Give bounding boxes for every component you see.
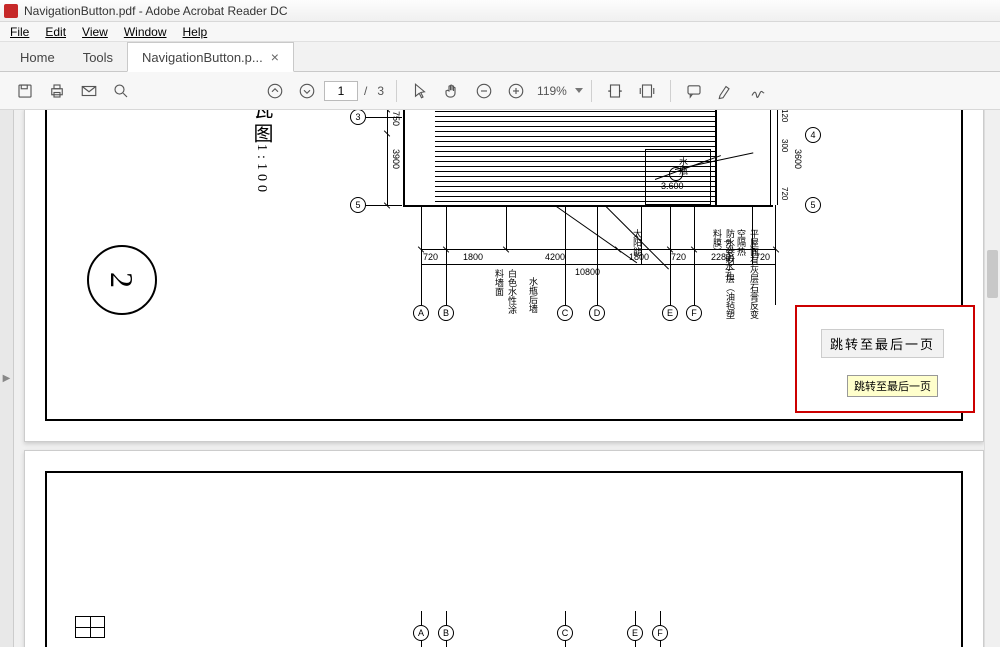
scrollbar-thumb[interactable]	[987, 250, 998, 298]
save-icon[interactable]	[10, 76, 40, 106]
highlight-icon[interactable]	[711, 76, 741, 106]
grid-bubble: F	[686, 305, 702, 321]
grid-bubble: 5	[805, 197, 821, 213]
zoom-out-icon[interactable]	[469, 76, 499, 106]
tab-bar: Home Tools NavigationButton.p... ×	[0, 42, 1000, 72]
grid-bubble: 4	[805, 127, 821, 143]
annotation-callout: 跳转至最后一页 跳转至最后一页	[795, 305, 975, 413]
zoom-value: 119%	[537, 84, 567, 98]
title-block-fragment	[75, 616, 105, 638]
grid-bubble: C	[557, 305, 573, 321]
app-icon	[4, 4, 18, 18]
menu-view[interactable]: View	[74, 23, 116, 41]
page-up-icon[interactable]	[260, 76, 290, 106]
sign-icon[interactable]	[743, 76, 773, 106]
nav-pane-toggle[interactable]: ▶	[0, 110, 14, 647]
zoom-dropdown-icon[interactable]	[575, 88, 583, 93]
tab-document-label: NavigationButton.p...	[142, 50, 263, 65]
grid-bubble: F	[652, 625, 668, 641]
zoom-in-icon[interactable]	[501, 76, 531, 106]
fit-width-icon[interactable]	[600, 76, 630, 106]
chevron-right-icon: ▶	[3, 373, 11, 384]
toolbar: / 3 119%	[0, 72, 1000, 110]
vertical-scrollbar[interactable]	[984, 110, 1000, 647]
pointer-icon[interactable]	[405, 76, 435, 106]
menu-window[interactable]: Window	[116, 23, 175, 41]
mail-icon[interactable]	[74, 76, 104, 106]
goto-last-page-button[interactable]: 跳转至最后一页	[847, 375, 938, 397]
callout-title: 跳转至最后一页	[821, 329, 944, 358]
grid-bubble: 3	[350, 110, 366, 125]
grid-bubble: A	[413, 625, 429, 641]
page-down-icon[interactable]	[292, 76, 322, 106]
menu-help[interactable]: Help	[175, 23, 216, 41]
tab-home[interactable]: Home	[6, 44, 69, 71]
grid-bubble: E	[662, 305, 678, 321]
grid-bubble: A	[413, 305, 429, 321]
title-bar: NavigationButton.pdf - Adobe Acrobat Rea…	[0, 0, 1000, 22]
document-viewport: ▶ 2 瓦图 1:100	[0, 110, 1000, 647]
page-number-input[interactable]	[324, 81, 358, 101]
grid-bubble: C	[557, 625, 573, 641]
grid-bubble: D	[589, 305, 605, 321]
window-title: NavigationButton.pdf - Adobe Acrobat Rea…	[24, 4, 288, 18]
drawing-border	[45, 471, 963, 647]
menu-edit[interactable]: Edit	[37, 23, 74, 41]
grid-bubble: E	[627, 625, 643, 641]
fit-page-icon[interactable]	[632, 76, 662, 106]
tab-close-icon[interactable]: ×	[271, 49, 279, 65]
menu-bar: File Edit View Window Help	[0, 22, 1000, 42]
print-icon[interactable]	[42, 76, 72, 106]
floor-plan: 3.600 3 5 4 5 750 3900	[315, 110, 815, 319]
page-total: 3	[377, 84, 384, 98]
drawing-title: 瓦图 1:100	[235, 110, 287, 178]
tab-tools[interactable]: Tools	[69, 44, 127, 71]
grid-bubble: B	[438, 305, 454, 321]
hand-icon[interactable]	[437, 76, 467, 106]
comment-icon[interactable]	[679, 76, 709, 106]
grid-bubble: B	[438, 625, 454, 641]
menu-file[interactable]: File	[2, 23, 37, 41]
search-icon[interactable]	[106, 76, 136, 106]
pdf-page-2: A B C E F	[24, 450, 984, 647]
page-scroll-area[interactable]: 2 瓦图 1:100	[14, 110, 1000, 647]
pdf-page-1: 2 瓦图 1:100	[24, 110, 984, 442]
grid-bubble: 5	[350, 197, 366, 213]
detail-number-circle: 2	[87, 245, 157, 315]
page-sep: /	[364, 84, 367, 98]
tab-document[interactable]: NavigationButton.p... ×	[127, 42, 294, 72]
